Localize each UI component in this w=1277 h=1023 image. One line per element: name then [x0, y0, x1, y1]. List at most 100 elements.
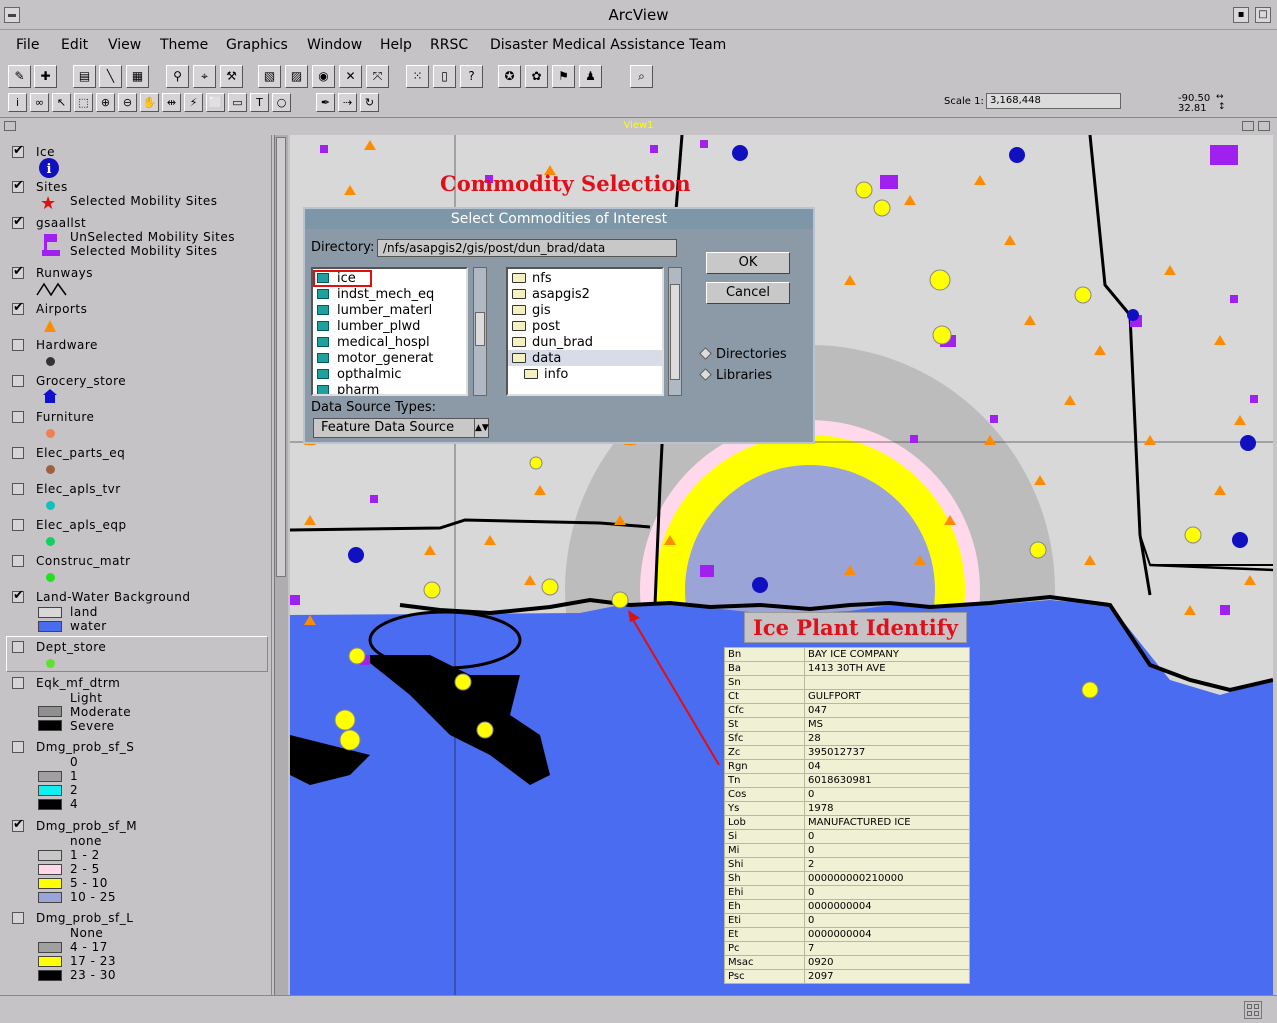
dir-item[interactable]: dun_brad	[512, 335, 593, 350]
theme-dept-store-checkbox[interactable]	[12, 641, 24, 653]
find-icon[interactable]: ⚲	[166, 65, 189, 88]
file-item[interactable]: lumber_plwd	[317, 319, 420, 334]
menu-rrsc[interactable]: RRSC	[430, 37, 468, 53]
clear-selection-icon[interactable]: ▯	[433, 65, 456, 88]
vertex-edit-tool-icon[interactable]: ⬚	[74, 93, 93, 112]
edit-legend-icon[interactable]: ╲	[99, 65, 122, 88]
dir-item[interactable]: info	[524, 367, 568, 382]
resize-grip-icon[interactable]	[1244, 1001, 1262, 1019]
menu-dmat[interactable]: Disaster Medical Assistance Team	[490, 37, 726, 53]
dir-item-selected[interactable]: data	[512, 351, 561, 366]
help-pointer-icon[interactable]: ?	[460, 65, 483, 88]
menu-edit[interactable]: Edit	[61, 37, 88, 53]
cancel-button[interactable]: Cancel	[706, 282, 790, 304]
select-features-icon[interactable]: ⁙	[406, 65, 429, 88]
theme-elec-apls-tvr-checkbox[interactable]	[12, 483, 24, 495]
identify-row: Sfc 28	[724, 731, 970, 746]
directory-list[interactable]: nfs asapgis2 gis post dun_brad data info	[506, 267, 664, 396]
query-builder-icon[interactable]: ⚒	[220, 65, 243, 88]
theme-land-water-checkbox[interactable]	[12, 588, 24, 603]
magnifier-icon[interactable]: ⌕	[630, 65, 653, 88]
theme-gsaallst-checkbox[interactable]	[12, 214, 24, 229]
identify-tool-icon[interactable]: i	[8, 93, 27, 112]
add-theme-icon[interactable]: ✚	[34, 65, 57, 88]
zoom-in-icon[interactable]: ✕	[339, 65, 362, 88]
theme-furniture-checkbox[interactable]	[12, 411, 24, 423]
pointer-tool-icon[interactable]: ↖	[52, 93, 71, 112]
theme-eqk-checkbox[interactable]	[12, 677, 24, 689]
source-type-select[interactable]: Feature Data Source ▲▼	[313, 418, 489, 438]
open-table-icon[interactable]: ▦	[126, 65, 149, 88]
hotlink2-tool-icon[interactable]: ⚡	[184, 93, 203, 112]
file-item[interactable]: medical_hospl	[317, 335, 430, 350]
theme-sites-checkbox[interactable]	[12, 178, 24, 193]
view-maximize-icon[interactable]	[1258, 121, 1270, 131]
theme-ice-checkbox[interactable]	[12, 143, 24, 158]
save-project-icon[interactable]: ✎	[8, 65, 31, 88]
theme-properties-icon[interactable]: ▤	[73, 65, 96, 88]
dir-list-scrollbar[interactable]	[668, 267, 682, 396]
dir-list-scroll-thumb[interactable]	[670, 284, 680, 380]
theme-construc-matr-checkbox[interactable]	[12, 555, 24, 567]
pen-tool-icon[interactable]: ✒	[316, 93, 335, 112]
zoom-full-extent-icon[interactable]: ▧	[258, 65, 281, 88]
zoom-in-tool-icon[interactable]: ⊕	[96, 93, 115, 112]
theme-grocery-store-checkbox[interactable]	[12, 375, 24, 387]
text-tool-icon[interactable]: T	[250, 93, 269, 112]
menu-view[interactable]: View	[108, 37, 141, 53]
theme-airports-checkbox[interactable]	[12, 300, 24, 315]
maximize-icon[interactable]: □	[1255, 7, 1271, 23]
menu-theme[interactable]: Theme	[160, 37, 208, 53]
person-icon[interactable]: ♟	[579, 65, 602, 88]
directory-field[interactable]: /nfs/asapgis2/gis/post/dun_brad/data	[377, 239, 677, 257]
flag-icon[interactable]: ⚑	[552, 65, 575, 88]
menu-window[interactable]: Window	[307, 37, 362, 53]
hotlink-tool-icon[interactable]: ∞	[30, 93, 49, 112]
scale-input[interactable]: 3,168,448	[986, 93, 1121, 109]
menu-graphics[interactable]: Graphics	[226, 37, 288, 53]
file-list-scroll-thumb[interactable]	[475, 312, 485, 346]
theme-elec-parts-eq-checkbox[interactable]	[12, 447, 24, 459]
file-list-scrollbar[interactable]	[473, 267, 487, 396]
toc-scrollbar[interactable]	[274, 135, 288, 995]
file-item[interactable]: opthalmic	[317, 367, 402, 382]
area-select-tool-icon[interactable]: ⬜	[206, 93, 225, 112]
route-tool-icon[interactable]: ⇢	[338, 93, 357, 112]
dir-item[interactable]: asapgis2	[512, 287, 590, 302]
measure-tool-icon[interactable]: ⇹	[162, 93, 181, 112]
minimize-icon[interactable]: ▪	[1233, 7, 1249, 23]
zoom-active-themes-icon[interactable]: ▨	[285, 65, 308, 88]
theme-dmg-m-checkbox[interactable]	[12, 817, 24, 832]
zoom-out-tool-icon[interactable]: ⊖	[118, 93, 137, 112]
radio-directories[interactable]: Directories	[699, 347, 787, 362]
theme-elec-apls-eqp-checkbox[interactable]	[12, 519, 24, 531]
zoom-selected-icon[interactable]: ◉	[312, 65, 335, 88]
file-list[interactable]: ice indst_mech_eq lumber_materl lumber_p…	[311, 267, 468, 396]
draw-shape-tool-icon[interactable]: ○	[272, 93, 291, 112]
radio-libraries[interactable]: Libraries	[699, 368, 772, 383]
file-item[interactable]: lumber_materl	[317, 303, 432, 318]
menu-file[interactable]: File	[16, 37, 39, 53]
file-item[interactable]: pharm	[317, 383, 379, 394]
file-item[interactable]: motor_generat	[317, 351, 433, 366]
theme-runways-checkbox[interactable]	[12, 264, 24, 279]
color-palette-icon[interactable]: ✿	[525, 65, 548, 88]
dmat-logo-icon[interactable]: ✪	[498, 65, 521, 88]
rotate-tool-icon[interactable]: ↻	[360, 93, 379, 112]
theme-dmg-s-checkbox[interactable]	[12, 741, 24, 753]
ok-button[interactable]: OK	[706, 252, 790, 274]
label-tool-icon[interactable]: ▭	[228, 93, 247, 112]
file-item[interactable]: indst_mech_eq	[317, 287, 434, 302]
toc-scroll-thumb[interactable]	[276, 137, 286, 577]
locate-address-icon[interactable]: ⌖	[193, 65, 216, 88]
menu-help[interactable]: Help	[380, 37, 412, 53]
dir-item[interactable]: gis	[512, 303, 551, 318]
dir-item[interactable]: post	[512, 319, 560, 334]
zoom-out-icon[interactable]: ⤧	[366, 65, 389, 88]
theme-hardware-checkbox[interactable]	[12, 339, 24, 351]
file-item[interactable]: ice	[317, 271, 356, 286]
view-minimize-icon[interactable]	[1242, 121, 1254, 131]
theme-dmg-l-checkbox[interactable]	[12, 912, 24, 924]
pan-tool-icon[interactable]: ✋	[140, 93, 159, 112]
dir-item[interactable]: nfs	[512, 271, 552, 286]
